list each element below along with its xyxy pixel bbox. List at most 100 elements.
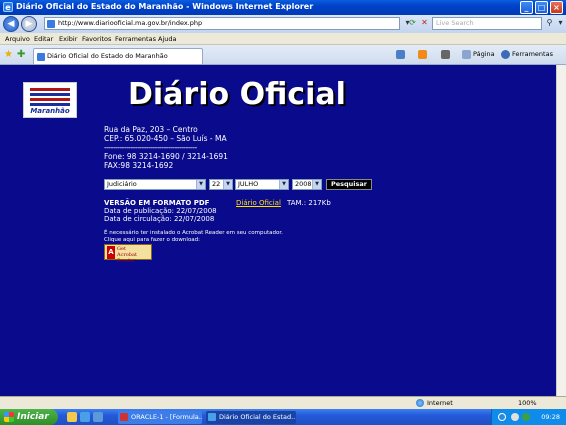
print-icon[interactable] xyxy=(441,50,450,59)
chevron-down-icon: ▼ xyxy=(279,180,288,189)
section-value: Judiciário xyxy=(107,180,137,188)
year-value: 2008 xyxy=(295,180,312,188)
status-bar: Internet 100% xyxy=(0,396,566,409)
contact-block: Rua da Paz, 203 – Centro CEP.: 65.020-45… xyxy=(104,125,228,170)
phone: Fone: 98 3214-1690 / 3214-1691 xyxy=(104,152,228,161)
zoom-level[interactable]: 100% xyxy=(518,399,537,407)
menu-favoritos[interactable]: Favoritos xyxy=(82,35,111,43)
refresh-icon[interactable]: ⟳ xyxy=(407,18,418,29)
page-icon xyxy=(47,20,55,28)
help-icon[interactable] xyxy=(498,413,506,421)
maranhao-logo[interactable]: Maranhão xyxy=(23,82,77,118)
menu-exibir[interactable]: Exibir xyxy=(59,35,77,43)
add-favorite-icon[interactable]: ✚ xyxy=(17,49,25,60)
internet-zone-icon xyxy=(416,399,424,407)
acrobat-note: É necessário ter instalado o Acrobat Rea… xyxy=(104,230,283,244)
feeds-icon[interactable] xyxy=(418,50,427,59)
menu-ajuda[interactable]: Ajuda xyxy=(158,35,176,43)
tools-menu[interactable]: Ferramentas xyxy=(512,50,553,58)
security-zone: Internet xyxy=(427,399,453,407)
divider: ----------------------------------------… xyxy=(104,143,197,152)
logo-stripe-blue xyxy=(30,93,70,96)
section-select[interactable]: Judiciário ▼ xyxy=(104,179,206,190)
menu-ferramentas[interactable]: Ferramentas xyxy=(115,35,156,43)
close-button[interactable]: × xyxy=(550,1,563,14)
stop-icon[interactable]: ✕ xyxy=(419,18,430,29)
network-icon[interactable] xyxy=(511,413,519,421)
start-button[interactable]: Iniciar xyxy=(0,409,58,425)
clock: 09:28 xyxy=(541,413,560,421)
page-menu[interactable]: Página xyxy=(473,50,495,58)
month-select[interactable]: JULHO ▼ xyxy=(235,179,289,190)
tab-diario-oficial[interactable]: Diário Oficial do Estado do Maranhão xyxy=(33,48,203,64)
day-value: 22 xyxy=(212,180,221,188)
search-icon[interactable]: ⚲ xyxy=(544,18,555,29)
acrobat-label: Get Acrobat Reader xyxy=(117,246,137,264)
address-url: http://www.diariooficial.ma.gov.br/index… xyxy=(58,19,203,27)
forward-button[interactable]: ▶ xyxy=(21,16,37,32)
search-options-icon[interactable]: ▾ xyxy=(555,18,566,29)
chevron-down-icon: ▼ xyxy=(312,180,321,189)
address-field[interactable]: http://www.diariooficial.ma.gov.br/index… xyxy=(44,17,400,30)
back-button[interactable]: ◀ xyxy=(3,16,19,32)
fax: FAX:98 3214-1692 xyxy=(104,161,174,170)
get-acrobat-reader-button[interactable]: A Get Acrobat Reader xyxy=(104,244,152,264)
page-heading: Diário Oficial xyxy=(128,77,346,112)
month-value: JULHO xyxy=(238,180,259,188)
circulation-date: Data de circulação: 22/07/2008 xyxy=(104,215,215,223)
address-line-2: CEP.: 65.020-450 – São Luís - MA xyxy=(104,134,227,143)
vertical-scrollbar[interactable] xyxy=(556,65,566,396)
task-label-oracle: ORACLE-1 - [Formula... xyxy=(131,413,202,421)
pdf-download-link[interactable]: Diário Oficial xyxy=(236,199,281,207)
logo-stripe-red-2 xyxy=(30,98,70,101)
taskbar-item-oracle[interactable]: ORACLE-1 - [Formula... xyxy=(118,411,202,424)
search-button[interactable]: Pesquisar xyxy=(326,179,372,190)
taskbar: Iniciar ORACLE-1 - [Formula... Diário Of… xyxy=(0,409,566,425)
window-title: Diário Oficial do Estado do Maranhão - W… xyxy=(16,2,314,11)
address-toolbar: ◀ ▶ http://www.diariooficial.ma.gov.br/i… xyxy=(0,15,566,33)
tab-bar: ★ ✚ Diário Oficial do Estado do Maranhão… xyxy=(0,45,566,65)
tools-menu-icon[interactable] xyxy=(501,50,510,59)
page-content: Maranhão Diário Oficial Rua da Paz, 203 … xyxy=(0,65,556,396)
quicklaunch-ie-icon[interactable] xyxy=(80,412,90,422)
chevron-down-icon: ▼ xyxy=(196,180,205,189)
menu-arquivo[interactable]: Arquivo xyxy=(5,35,30,43)
year-select[interactable]: 2008 ▼ xyxy=(292,179,322,190)
note-line-1: É necessário ter instalado o Acrobat Rea… xyxy=(104,230,283,236)
publication-date: Data de publicação: 22/07/2008 xyxy=(104,207,217,215)
adobe-icon: A xyxy=(107,246,115,259)
ie-task-icon xyxy=(208,413,216,421)
home-icon[interactable] xyxy=(396,50,405,59)
address-line-1: Rua da Paz, 203 – Centro xyxy=(104,125,198,134)
menu-bar: Arquivo Editar Exibir Favoritos Ferramen… xyxy=(0,33,566,45)
day-select[interactable]: 22 ▼ xyxy=(209,179,233,190)
pdf-title: VERSÃO EM FORMATO PDF xyxy=(104,199,210,207)
pdf-info: VERSÃO EM FORMATO PDF Data de publicação… xyxy=(104,199,217,223)
quicklaunch-desktop-icon[interactable] xyxy=(93,412,103,422)
minimize-button[interactable]: _ xyxy=(520,1,533,14)
oracle-icon xyxy=(120,413,128,421)
logo-text: Maranhão xyxy=(30,107,70,115)
logo-stripe-blue-2 xyxy=(30,103,70,106)
menu-editar[interactable]: Editar xyxy=(34,35,53,43)
windows-flag-icon xyxy=(4,412,14,422)
system-tray: 09:28 xyxy=(491,409,566,425)
quicklaunch-folder-icon[interactable] xyxy=(67,412,77,422)
page-menu-icon[interactable] xyxy=(462,50,471,59)
favorites-star-icon[interactable]: ★ xyxy=(4,49,13,60)
search-input[interactable]: Live Search xyxy=(432,17,542,30)
window-title-bar: e Diário Oficial do Estado do Maranhão -… xyxy=(0,0,566,15)
taskbar-item-diario[interactable]: Diário Oficial do Estad... xyxy=(206,411,296,424)
chevron-down-icon: ▼ xyxy=(223,180,232,189)
security-icon[interactable] xyxy=(522,413,530,421)
ie-icon: e xyxy=(3,2,13,12)
task-label-diario: Diário Oficial do Estad... xyxy=(219,413,296,421)
logo-stripe-red xyxy=(30,88,70,91)
tab-page-icon xyxy=(37,53,45,61)
search-placeholder: Live Search xyxy=(436,19,474,27)
acrobat-label-reader: Reader xyxy=(117,258,136,264)
start-label: Iniciar xyxy=(17,412,49,422)
pdf-size: TAM.: 217Kb xyxy=(287,199,331,207)
tab-title: Diário Oficial do Estado do Maranhão xyxy=(47,52,168,60)
maximize-button[interactable]: □ xyxy=(535,1,548,14)
